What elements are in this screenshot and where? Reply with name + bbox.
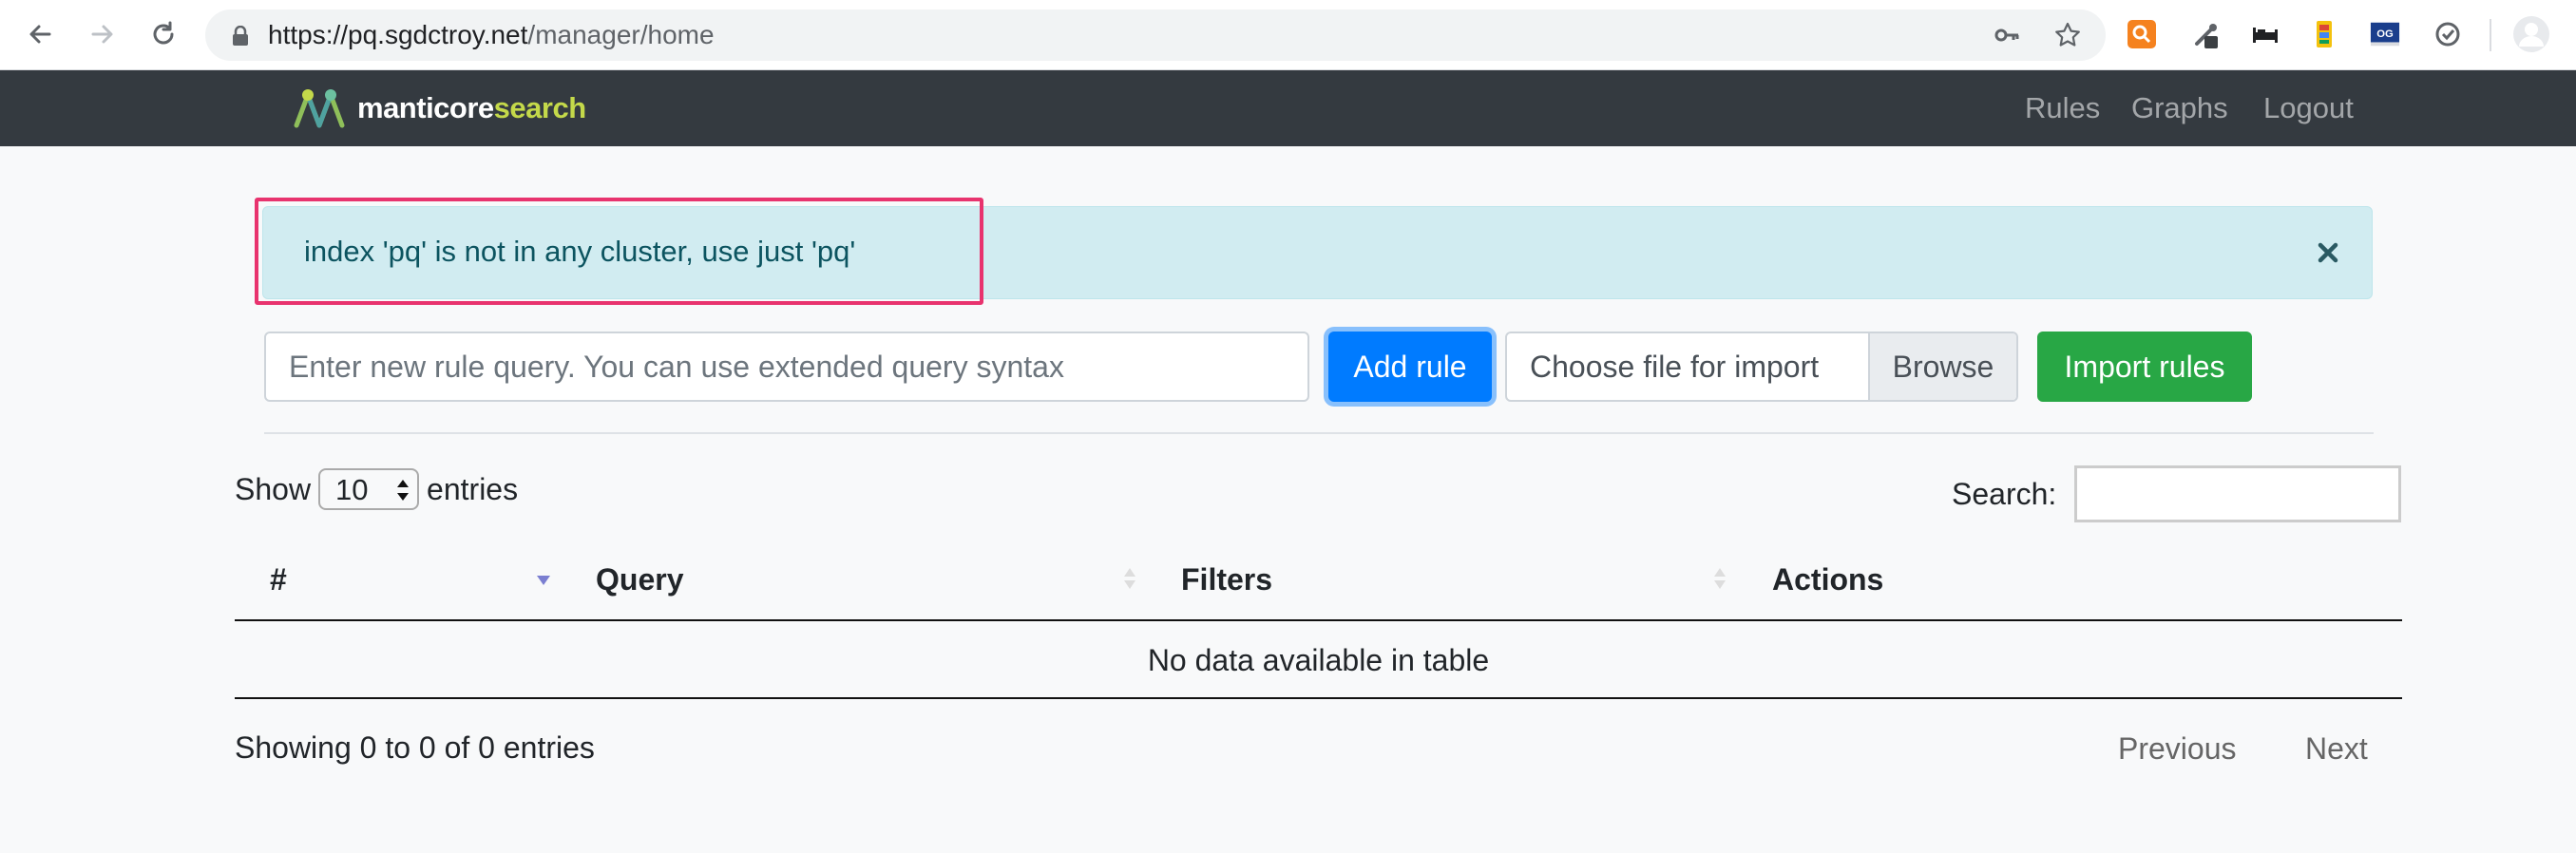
url-host: https://pq.sgdctroy.net bbox=[268, 20, 528, 49]
manticore-logo-icon bbox=[294, 89, 345, 128]
star-icon[interactable] bbox=[2054, 22, 2081, 48]
entries-length-control: Show 10 entries bbox=[235, 468, 518, 510]
entries-length-value: 10 bbox=[335, 473, 369, 506]
orange-search-extension-icon[interactable] bbox=[2127, 19, 2157, 49]
select-arrows-icon bbox=[397, 480, 410, 501]
sort-desc-icon bbox=[537, 576, 550, 585]
og-extension-icon[interactable]: OG bbox=[2370, 19, 2400, 49]
address-bar[interactable]: https://pq.sgdctroy.net/manager/home bbox=[205, 9, 2106, 61]
key-icon[interactable] bbox=[1994, 22, 2020, 48]
brand-name-primary: manticore bbox=[357, 91, 494, 124]
table-header-divider bbox=[235, 619, 2402, 621]
check-extension-icon[interactable] bbox=[2433, 19, 2463, 49]
profile-avatar-icon[interactable] bbox=[2512, 15, 2550, 53]
empty-table-message: No data available in table bbox=[1147, 643, 1490, 677]
nav-link-rules[interactable]: Rules bbox=[2025, 91, 2100, 125]
entries-label: entries bbox=[427, 471, 519, 506]
browser-toolbar: https://pq.sgdctroy.net/manager/home OG bbox=[0, 0, 2576, 70]
sort-both-icon bbox=[1714, 568, 1726, 589]
table-search-input[interactable] bbox=[2074, 465, 2401, 522]
sort-both-icon bbox=[1124, 568, 1135, 589]
rule-query-input[interactable] bbox=[264, 332, 1309, 402]
entries-length-select[interactable]: 10 bbox=[318, 468, 420, 510]
import-file-input[interactable]: Choose file for import Browse bbox=[1505, 332, 2018, 402]
column-header-filters[interactable]: Filters bbox=[1181, 561, 1272, 597]
browse-button[interactable]: Browse bbox=[1868, 333, 2016, 400]
search-label: Search: bbox=[1952, 477, 2057, 511]
import-rules-button[interactable]: Import rules bbox=[2037, 332, 2252, 402]
alert-close-button[interactable] bbox=[2309, 234, 2347, 272]
column-header-number[interactable]: # bbox=[270, 561, 287, 597]
url-text: https://pq.sgdctroy.net/manager/home bbox=[268, 20, 715, 50]
section-divider bbox=[264, 432, 2374, 434]
reload-icon bbox=[153, 21, 174, 45]
og-extension-label: OG bbox=[2376, 28, 2394, 40]
file-input-label: Choose file for import bbox=[1530, 350, 1820, 384]
bed-extension-icon[interactable] bbox=[2250, 19, 2280, 49]
nav-link-graphs[interactable]: Graphs bbox=[2131, 91, 2228, 125]
show-label: Show bbox=[235, 471, 312, 506]
brand-name: manticoresearch bbox=[357, 91, 586, 125]
nav-link-logout[interactable]: Logout bbox=[2263, 91, 2354, 125]
pagination-next[interactable]: Next bbox=[2305, 730, 2368, 767]
app-navbar: manticoresearch Rules Graphs Logout bbox=[0, 70, 2576, 146]
eyedropper-extension-icon[interactable] bbox=[2191, 19, 2222, 49]
table-info: Showing 0 to 0 of 0 entries bbox=[235, 730, 595, 765]
table-bottom-divider bbox=[235, 697, 2402, 699]
brand-logo[interactable]: manticoresearch bbox=[291, 86, 586, 130]
close-icon bbox=[2318, 242, 2338, 263]
pagination-previous[interactable]: Previous bbox=[2118, 730, 2237, 767]
lock-icon bbox=[233, 26, 248, 46]
annotation-highlight-box bbox=[255, 198, 983, 305]
forward-button[interactable] bbox=[84, 15, 122, 53]
forward-icon bbox=[91, 25, 113, 44]
back-icon bbox=[29, 25, 51, 44]
back-button[interactable] bbox=[21, 15, 59, 53]
column-header-actions: Actions bbox=[1772, 562, 1884, 597]
url-path: /manager/home bbox=[527, 20, 715, 49]
add-rule-button[interactable]: Add rule bbox=[1328, 332, 1492, 402]
toolbar-separator bbox=[2490, 19, 2491, 51]
reload-button[interactable] bbox=[144, 15, 182, 53]
column-header-query[interactable]: Query bbox=[596, 561, 683, 597]
book-extension-icon[interactable] bbox=[2309, 19, 2339, 49]
brand-name-secondary: search bbox=[493, 91, 586, 124]
